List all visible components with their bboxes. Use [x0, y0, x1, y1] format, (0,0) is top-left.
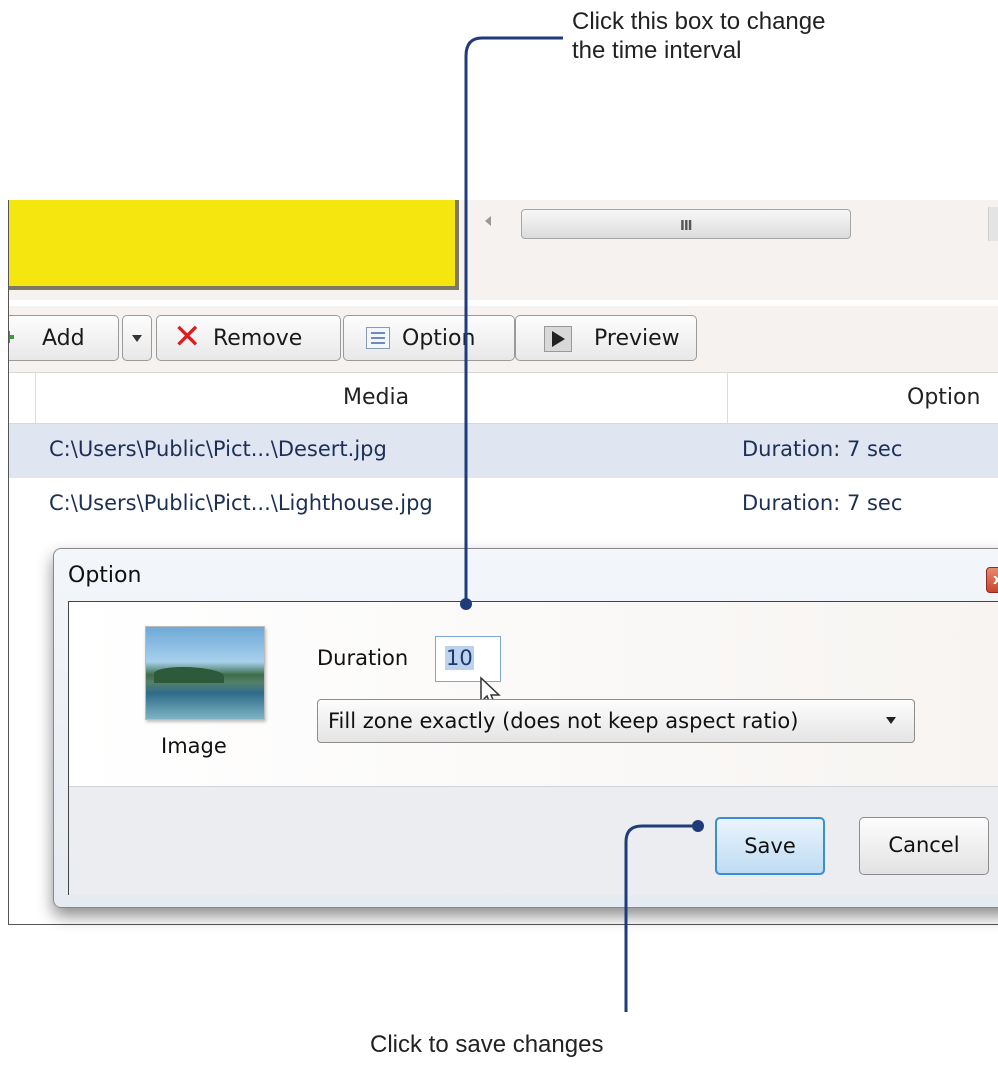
close-button[interactable]: x	[986, 567, 998, 593]
media-option: Duration: 7 sec	[742, 491, 903, 515]
column-header-option[interactable]: Option	[907, 385, 980, 410]
column-separator[interactable]	[727, 373, 728, 423]
fill-mode-select[interactable]: Fill zone exactly (does not keep aspect …	[317, 699, 915, 743]
chevron-down-icon	[886, 717, 896, 724]
add-label: Add	[42, 325, 85, 351]
dialog-button-bar: Save Cancel	[69, 786, 998, 895]
callout-save-hint: Click to save changes	[370, 1031, 604, 1058]
play-icon	[544, 326, 572, 352]
dialog-title: Option	[68, 563, 142, 588]
media-list: Media Option C:\Users\Public\Pict...\Des…	[9, 372, 998, 532]
list-item[interactable]: C:\Users\Public\Pict...\Desert.jpg Durat…	[9, 424, 998, 478]
chevron-down-icon	[132, 334, 142, 342]
save-button[interactable]: Save	[715, 817, 825, 875]
media-path: C:\Users\Public\Pict...\Lighthouse.jpg	[49, 491, 433, 515]
list-header: Media Option	[9, 372, 998, 424]
column-separator[interactable]	[35, 373, 36, 423]
callout-line-1: Click this box to change	[572, 8, 826, 35]
grip-icon: III	[680, 219, 692, 234]
media-toolbar: Add ✕ Remove Option Preview	[9, 306, 998, 372]
column-header-media[interactable]: Media	[343, 385, 409, 410]
scroll-left-icon[interactable]	[485, 216, 491, 226]
remove-x-icon: ✕	[173, 317, 202, 357]
media-option: Duration: 7 sec	[742, 437, 903, 461]
cancel-button[interactable]: Cancel	[859, 817, 989, 875]
duration-value: 10	[445, 646, 474, 670]
image-thumbnail	[145, 626, 265, 720]
duration-label: Duration	[317, 646, 409, 670]
list-doc-icon	[366, 327, 390, 349]
plus-icon	[9, 331, 14, 343]
media-type-label: Image	[161, 734, 227, 758]
preview-label: Preview	[594, 325, 680, 351]
horizontal-scrollbar[interactable]: III	[479, 207, 998, 241]
scroll-thumb[interactable]: III	[521, 209, 851, 239]
scroll-track-end	[988, 207, 998, 241]
callout-duration-hint: Click this box to change the time interv…	[572, 7, 825, 65]
remove-label: Remove	[213, 325, 303, 351]
add-button[interactable]: Add	[9, 315, 119, 361]
add-dropdown-button[interactable]	[122, 315, 152, 361]
close-icon: x	[993, 572, 998, 588]
callout-line-2: the time interval	[572, 37, 742, 64]
dialog-content: Image Duration 10 Fill zone exactly (doe…	[68, 601, 998, 895]
option-button[interactable]: Option	[343, 315, 515, 361]
fill-mode-value: Fill zone exactly (does not keep aspect …	[328, 709, 799, 733]
remove-button[interactable]: ✕ Remove	[156, 315, 341, 361]
zone-preview	[9, 200, 459, 290]
list-item[interactable]: C:\Users\Public\Pict...\Lighthouse.jpg D…	[9, 478, 998, 532]
media-path: C:\Users\Public\Pict...\Desert.jpg	[49, 437, 387, 461]
preview-button[interactable]: Preview	[515, 315, 697, 361]
dialog-settings-area: Image Duration 10 Fill zone exactly (doe…	[69, 602, 998, 786]
option-label: Option	[402, 325, 476, 351]
preview-area: III	[9, 200, 998, 300]
option-dialog: Option x Image Duration 10 Fill zone exa…	[53, 548, 998, 908]
